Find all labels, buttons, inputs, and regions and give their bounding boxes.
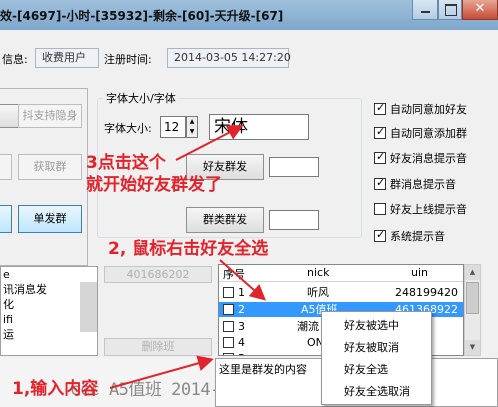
col-index-header[interactable]: 序号 xyxy=(223,266,245,282)
option-friend-msg-sound[interactable]: 好友消息提示音 xyxy=(374,149,467,167)
scroll-up-icon[interactable]: ▲ xyxy=(465,265,480,280)
option-group-msg-sound[interactable]: 群消息提示音 xyxy=(374,175,456,193)
scroll-thumb[interactable] xyxy=(466,282,479,314)
group-broadcast-button[interactable]: 群类群发 xyxy=(186,207,264,233)
hide-support-button[interactable]: 抖支持隐身 xyxy=(18,104,82,128)
option-auto-accept-group[interactable]: 自动同意添加群 xyxy=(374,124,467,142)
row-checkbox[interactable] xyxy=(223,304,234,315)
close-button[interactable]: ✕ xyxy=(462,0,498,20)
menu-item-select-friend[interactable]: 好友被选中 xyxy=(322,316,431,336)
font-size-label: 字体大小: xyxy=(104,122,152,135)
font-group-title: 字体大小/字体 xyxy=(103,90,179,106)
left-list-scrollbar[interactable] xyxy=(80,282,97,332)
row-checkbox[interactable] xyxy=(223,353,234,355)
table-row[interactable]: 1 听风 248199420 xyxy=(219,285,463,300)
single-send-button[interactable]: 单发群 xyxy=(18,205,82,233)
row-nick: 听风 xyxy=(307,286,329,299)
left-stub-button[interactable] xyxy=(0,154,12,180)
row-index: 3 xyxy=(238,320,245,333)
col-nick-header[interactable]: nick xyxy=(307,266,329,279)
option-system-sound[interactable]: 系统提示音 xyxy=(374,227,445,245)
row-index: 5 xyxy=(238,351,245,355)
user-type-field: 收费用户 xyxy=(35,48,99,68)
message-content: 这里是群发的内容 xyxy=(219,363,307,376)
row-index: 2 xyxy=(238,303,245,316)
row-index: 1 xyxy=(238,286,245,299)
col-uin-header[interactable]: uin xyxy=(411,266,428,279)
friend-table-header: 序号 nick uin xyxy=(219,265,463,282)
option-label: 自动同意加好友 xyxy=(390,103,467,116)
checkbox-icon[interactable] xyxy=(374,125,386,139)
reg-time-field: 2014-03-05 14:27:20 xyxy=(167,48,291,68)
ghost-top-button[interactable]: 401686202 xyxy=(104,266,212,283)
reg-time-label: 注册时间: xyxy=(104,53,152,66)
annotation-step1: 1,输入内容 xyxy=(12,379,99,399)
option-label: 自动同意添加群 xyxy=(390,127,467,140)
group-broadcast-interval-input[interactable] xyxy=(269,210,319,230)
option-label: 群消息提示音 xyxy=(390,178,456,191)
minimize-button[interactable] xyxy=(412,0,438,20)
row-checkbox[interactable] xyxy=(223,287,234,298)
option-friend-online-sound[interactable]: 好友上线提示音 xyxy=(374,200,467,218)
friend-table-scrollbar[interactable]: ▲ ▼ xyxy=(464,264,481,356)
font-size-input[interactable]: 12 xyxy=(160,116,186,138)
row-index: 4 xyxy=(238,336,245,349)
checkbox-icon[interactable] xyxy=(374,228,386,242)
font-size-spinner[interactable]: ▲ ▼ xyxy=(186,116,198,138)
checkbox-icon[interactable] xyxy=(374,101,386,115)
option-auto-accept-friend[interactable]: 自动同意加好友 xyxy=(374,100,467,118)
title-bar: 效-[4697]-小时-[35932]-剩余-[60]-天升级-[67] ✕ xyxy=(0,0,498,30)
annotation-step3-line2: 就开始好友群发了 xyxy=(86,175,222,195)
menu-item-unselect-all[interactable]: 好友全选取消 xyxy=(322,382,431,402)
row-uin: 248199420 xyxy=(395,286,458,299)
list-item[interactable]: e xyxy=(1,267,97,282)
option-label: 好友上线提示音 xyxy=(390,203,467,216)
window-title: 效-[4697]-小时-[35932]-剩余-[60]-天升级-[67] xyxy=(0,9,284,23)
maximize-button[interactable] xyxy=(438,0,462,20)
row-checkbox[interactable] xyxy=(223,337,234,348)
close-icon: ✕ xyxy=(474,1,486,16)
scroll-down-icon[interactable]: ▼ xyxy=(465,340,480,355)
menu-item-select-all[interactable]: 好友全选 xyxy=(322,360,431,380)
row-nick: 潮流 xyxy=(297,320,319,333)
get-group-button[interactable]: 获取群 xyxy=(18,154,82,180)
checkbox-icon[interactable] xyxy=(374,150,386,164)
menu-item-unselect-friend[interactable]: 好友被取消 xyxy=(322,338,431,358)
annotation-step2: 2, 鼠标右击好友全选 xyxy=(108,239,269,259)
option-label: 系统提示音 xyxy=(390,230,445,243)
delete-shift-button[interactable]: 删除班 xyxy=(104,338,212,356)
checkbox-icon[interactable] xyxy=(374,203,386,215)
left-stub-blue-button[interactable] xyxy=(0,205,12,233)
friend-broadcast-interval-input[interactable] xyxy=(269,157,319,177)
user-info-label: 信息: xyxy=(2,53,28,66)
checkbox-icon[interactable] xyxy=(374,176,386,190)
context-menu: 好友被选中 好友被取消 好友全选 好友全选取消 xyxy=(321,311,432,405)
option-label: 好友消息提示音 xyxy=(390,152,467,165)
font-name-select[interactable]: 宋体 xyxy=(209,114,309,140)
row-checkbox[interactable] xyxy=(223,321,234,332)
